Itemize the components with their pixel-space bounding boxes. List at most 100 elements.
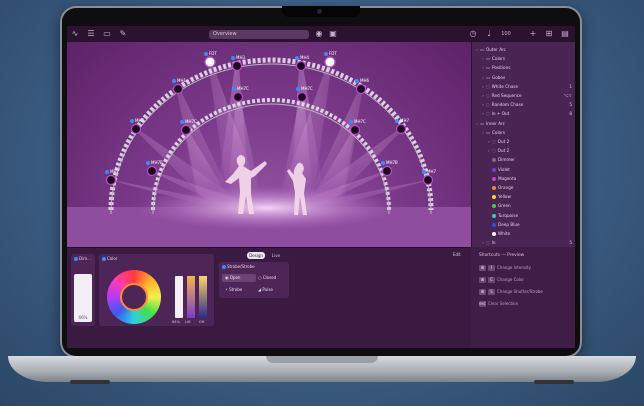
color-title: Color <box>102 256 117 261</box>
fixture-mh7c[interactable] <box>180 124 192 136</box>
color-fader-1[interactable] <box>175 276 183 318</box>
sidebar-item[interactable]: › ▭ Colors <box>472 55 575 63</box>
color-fader-3[interactable] <box>199 276 207 318</box>
key-cap: C <box>488 277 495 283</box>
fixture-mh7[interactable] <box>395 123 407 135</box>
camera-icon <box>317 9 322 14</box>
shortcut-row: ⌘ C Change Color <box>479 277 524 283</box>
sidebar-item[interactable]: Orange <box>472 184 575 192</box>
shortcut-label: Clear Selection <box>488 301 519 306</box>
fixture-mh7[interactable] <box>130 123 142 135</box>
shortcut-label: ⌥⇧ <box>563 93 572 98</box>
app-window: ∿ ☰ ▭ ✎ Overview ◉ ▣ ◷ ♩ 100 + ⊞ ▤ FDT F… <box>67 26 575 348</box>
fixture-mh7[interactable] <box>105 174 117 186</box>
key-cap: S <box>488 289 495 295</box>
sidebar-item[interactable]: ›◌Out 25▶ <box>472 147 575 155</box>
fixture-label: MH7B <box>146 160 163 165</box>
fixture-mh4[interactable] <box>295 60 307 72</box>
fixture-mh7c[interactable] <box>349 124 361 136</box>
shortcut-row: esc Clear Selection <box>479 301 518 307</box>
shortcut-label: Change Shutter/Strobe <box>497 289 543 294</box>
fixture-mh7b[interactable] <box>146 165 158 177</box>
scene-selector[interactable]: Overview <box>209 30 309 39</box>
shortcut-label: Change Color <box>497 277 525 282</box>
stage-visualizer[interactable]: FDT FDT MH3 MH4 MH1 MH6 MH7C MH7C MH7 MH7 MH7C MH7C… <box>67 42 471 247</box>
fixture-mh1[interactable] <box>172 83 184 95</box>
sidebar-item[interactable]: ›◌White Chase1▶ <box>472 83 575 91</box>
toolbar-far-right: + ⊞ ▤ <box>525 26 573 42</box>
sidebar-item[interactable]: Dimmer <box>472 156 575 164</box>
list-icon[interactable]: ☰ <box>83 26 99 42</box>
key-cap: ⌘ <box>479 265 486 271</box>
sidebar-item[interactable]: ›◌Random Chase5▶ <box>472 101 575 109</box>
shortcut-row: ⌘ S Change Shutter/Strobe <box>479 289 543 295</box>
sidebar-item[interactable]: ›◌Red Sequence⌥⇧▶ <box>472 92 575 100</box>
dimmer-title: Dim... <box>74 256 91 261</box>
fixture-label: MH7C <box>232 86 249 91</box>
shortcuts-panel: Shortcuts — Preview ⌘ I Change Intensity ⌘ C… <box>471 247 575 348</box>
fixture-label: MH3 <box>231 55 245 60</box>
edit-button[interactable]: Edit <box>453 252 461 257</box>
sidebar-item[interactable]: Violet <box>472 166 575 174</box>
grid-icon[interactable]: ⊞ <box>541 26 557 42</box>
fixture-mh7c[interactable] <box>232 91 244 103</box>
fixture-mh7[interactable] <box>422 174 434 186</box>
sidebar-item[interactable]: ›◌In + Out8▶ <box>472 110 575 118</box>
color-fader-2[interactable] <box>187 276 195 318</box>
tab-live[interactable]: Live <box>267 252 285 259</box>
sidebar-item[interactable]: ›◌In5▶ <box>472 239 575 247</box>
sidebar-group[interactable]: › ▭ Inner Arc <box>472 120 575 128</box>
inspector-panel: Dim... 66% Color 64% Lift Off Design Liv… <box>67 247 471 348</box>
sidebar-item[interactable]: ›◌Out 25▶ <box>472 138 575 146</box>
fixture-mh7b[interactable] <box>381 165 393 177</box>
fixture-label: MH7 <box>422 169 436 174</box>
sidebar-icon[interactable]: ▤ <box>557 26 573 42</box>
dimmer-card[interactable]: Dim... 66% <box>71 254 95 326</box>
pencil-icon[interactable]: ✎ <box>115 26 131 42</box>
sidebar-group[interactable]: › ▭ Outer Arc <box>472 46 575 54</box>
clock-icon[interactable]: ◷ <box>465 26 481 42</box>
fixture-mh7c[interactable] <box>296 91 308 103</box>
fixture-fdt[interactable] <box>204 56 216 68</box>
fixture-label: MH7 <box>395 118 409 123</box>
stage-graphic <box>67 56 471 247</box>
shortcut-label: 1 <box>569 83 572 89</box>
fixture-label: MH4 <box>295 55 309 60</box>
add-icon[interactable]: + <box>525 26 541 42</box>
lock-icon[interactable]: ▣ <box>325 26 341 42</box>
sidebar-item[interactable]: White <box>472 230 575 238</box>
sidebar-item[interactable]: Magenta <box>472 175 575 183</box>
sidebar-item[interactable]: Green <box>472 202 575 210</box>
fader-3-value: Off <box>199 320 205 324</box>
tab-design[interactable]: Design <box>247 252 265 259</box>
bpm-value: 100 <box>501 31 511 37</box>
window-icon[interactable]: ▭ <box>99 26 115 42</box>
fader-2-value: Lift <box>185 320 191 324</box>
shutter-strobe-option[interactable]: ⚡ Strobe <box>222 286 256 294</box>
fixture-mh6[interactable] <box>355 83 367 95</box>
shutter-closed-option[interactable]: ○ Closed <box>255 274 289 282</box>
color-card[interactable]: Color 64% Lift Off <box>99 254 214 326</box>
floor-glow <box>137 186 397 230</box>
laptop-groove <box>266 356 378 363</box>
sidebar-item[interactable]: › ▭ Positions <box>472 64 575 72</box>
fixture-label: MH1 <box>172 78 186 83</box>
fixture-mh3[interactable] <box>231 60 243 72</box>
shutter-pulse-option[interactable]: ◢ Pulse <box>255 286 289 294</box>
shortcuts-title: Shortcuts — Preview <box>479 253 525 258</box>
shutter-card[interactable]: Strobe/Strobe ◉ Open ○ Closed ⚡ Strobe ◢… <box>219 262 289 298</box>
shutter-open-option[interactable]: ◉ Open <box>222 274 256 282</box>
waveform-icon[interactable]: ∿ <box>67 26 83 42</box>
shortcut-label: 8 <box>569 111 572 117</box>
tempo-icon[interactable]: ♩ <box>481 26 497 42</box>
dimmer-value: 66% <box>78 315 88 320</box>
sidebar-item[interactable]: Yellow <box>472 193 575 201</box>
fixture-fdt[interactable] <box>324 56 336 68</box>
sidebar-item[interactable]: › ▭ Colors <box>472 129 575 137</box>
shortcut-label: 5 <box>569 240 572 246</box>
sidebar-item[interactable]: Turquoise <box>472 212 575 220</box>
sidebar-item[interactable]: Deep Blue <box>472 221 575 229</box>
fixture-layer <box>105 56 434 186</box>
fixture-label: MH7C <box>296 86 313 91</box>
sidebar-item[interactable]: › ▭ Gobos <box>472 74 575 82</box>
